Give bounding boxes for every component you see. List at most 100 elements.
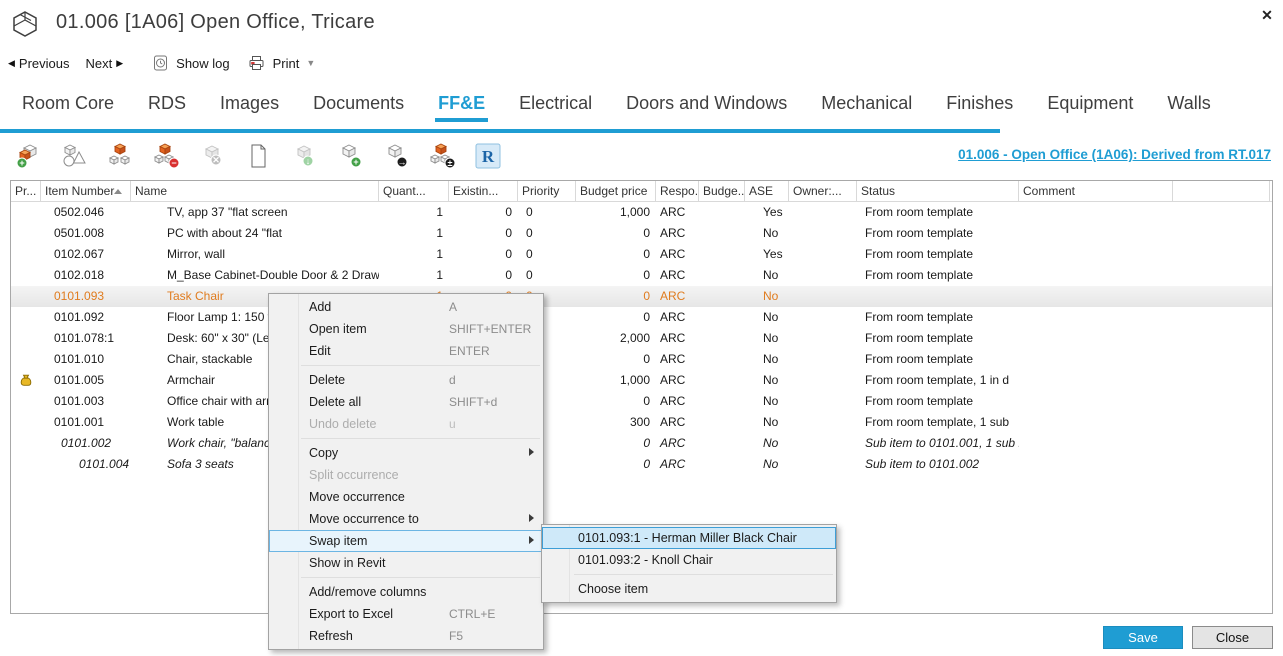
menu-item-show-in-revit[interactable]: Show in Revit	[269, 552, 543, 574]
column-header-status[interactable]: Status	[857, 181, 1019, 201]
menu-shortcut: CTRL+E	[449, 607, 495, 621]
menu-item-copy[interactable]: Copy	[269, 442, 543, 464]
menu-item-refresh[interactable]: RefreshF5	[269, 625, 543, 647]
drofus-logo-icon	[10, 9, 40, 39]
tab-ff-e[interactable]: FF&E	[438, 93, 485, 120]
menu-item-move-occurrence-to[interactable]: Move occurrence to	[269, 508, 543, 530]
tab-equipment[interactable]: Equipment	[1047, 93, 1133, 120]
cell-quantity: 1	[379, 223, 449, 244]
context-menu: AddAOpen itemSHIFT+ENTEREditENTER Deleted…	[268, 293, 544, 650]
add-occurrence-icon[interactable]: +	[15, 142, 41, 170]
table-row[interactable]: 0101.005Armchair1,000ARCNoFrom room temp…	[11, 370, 1272, 391]
new-document-icon[interactable]	[245, 142, 271, 170]
column-header-ase[interactable]: ASE	[745, 181, 789, 201]
table-row[interactable]: 0101.003Office chair with arm0ARCNoFrom …	[11, 391, 1272, 412]
table-row[interactable]: 0102.018M_Base Cabinet-Double Door & 2 D…	[11, 265, 1272, 286]
column-header-name[interactable]: Name	[131, 181, 379, 201]
cell-owner	[789, 370, 857, 391]
menu-item-delete-all[interactable]: Delete allSHIFT+d	[269, 391, 543, 413]
column-header-pr[interactable]: Pr...	[11, 181, 41, 201]
items-overview-icon[interactable]	[61, 142, 87, 170]
cell-item_number: 0101.005	[41, 370, 131, 391]
table-row[interactable]: 0101.093Task Chair1000ARCNo	[11, 286, 1272, 307]
table-row[interactable]: 0102.067Mirror, wall1000ARCYesFrom room …	[11, 244, 1272, 265]
menu-item-swap-item[interactable]: Swap item	[269, 530, 543, 552]
cell-responsible: ARC	[656, 307, 699, 328]
cell-owner	[789, 454, 857, 475]
menu-item-choose-item[interactable]: Choose item	[542, 578, 836, 600]
cell-pr	[11, 391, 41, 412]
insert-item-icon[interactable]: +	[337, 142, 363, 170]
cell-status: Sub item to 0101.001, 1 sub ite	[857, 433, 1019, 454]
table-row[interactable]: 0101.092Floor Lamp 1: 150 w0ARCNoFrom ro…	[11, 307, 1272, 328]
menu-item-add-remove-columns[interactable]: Add/remove columns	[269, 581, 543, 603]
tab-documents[interactable]: Documents	[313, 93, 404, 120]
column-header-comment[interactable]: Comment	[1019, 181, 1173, 201]
column-header-item_number[interactable]: Item Number	[41, 181, 131, 201]
cell-owner	[789, 265, 857, 286]
cell-pr	[11, 265, 41, 286]
close-icon[interactable]: ✕	[1257, 5, 1277, 25]
swap-occurrences-icon[interactable]: ±	[429, 142, 455, 170]
copy-occurrences-icon[interactable]	[107, 142, 133, 170]
tab-finishes[interactable]: Finishes	[946, 93, 1013, 120]
column-header-quantity[interactable]: Quant...	[379, 181, 449, 201]
cell-owner	[789, 244, 857, 265]
column-header-filler[interactable]	[1173, 181, 1270, 201]
tab-room-core[interactable]: Room Core	[22, 93, 114, 120]
table-row[interactable]: 0501.008PC with about 24 "flat1000ARCNoF…	[11, 223, 1272, 244]
tab-mechanical[interactable]: Mechanical	[821, 93, 912, 120]
menu-item-0101-093-1-herman-miller-black-chair[interactable]: 0101.093:1 - Herman Miller Black Chair	[542, 527, 836, 549]
previous-button[interactable]: ◀ Previous	[8, 56, 74, 71]
menu-item-0101-093-2-knoll-chair[interactable]: 0101.093:2 - Knoll Chair	[542, 549, 836, 571]
next-button[interactable]: Next ▶	[82, 56, 124, 71]
tab-images[interactable]: Images	[220, 93, 279, 120]
table-row[interactable]: 0101.010Chair, stackable0ARCNoFrom room …	[11, 349, 1272, 370]
column-header-owner[interactable]: Owner:...	[789, 181, 857, 201]
table-row[interactable]: 0101.004Sofa 3 seats0ARCNoSub item to 01…	[11, 454, 1272, 475]
menu-item-edit[interactable]: EditENTER	[269, 340, 543, 362]
print-dropdown-caret-icon[interactable]: ▼	[306, 58, 315, 68]
receive-occurrence-icon: ↓	[291, 142, 317, 170]
revit-link-icon[interactable]: R	[475, 142, 501, 170]
column-header-budget2[interactable]: Budge...	[699, 181, 745, 201]
cell-filler	[1173, 454, 1270, 475]
tab-walls[interactable]: Walls	[1167, 93, 1210, 120]
cell-existing: 0	[449, 244, 518, 265]
cell-ase: No	[745, 454, 789, 475]
save-button[interactable]: Save	[1103, 626, 1183, 649]
close-button[interactable]: Close	[1192, 626, 1273, 649]
derived-from-link[interactable]: 01.006 - Open Office (1A06): Derived fro…	[958, 147, 1271, 162]
move-item-icon[interactable]: →	[383, 142, 409, 170]
cell-budget_price: 300	[576, 412, 656, 433]
tab-electrical[interactable]: Electrical	[519, 93, 592, 120]
table-row[interactable]: 0101.001Work table300ARCNoFrom room temp…	[11, 412, 1272, 433]
column-header-existing[interactable]: Existin...	[449, 181, 518, 201]
cell-priority: 0	[518, 265, 576, 286]
column-header-responsible[interactable]: Respo...	[656, 181, 699, 201]
menu-item-add[interactable]: AddA	[269, 296, 543, 318]
cell-budget2	[699, 433, 745, 454]
cell-budget2	[699, 412, 745, 433]
cell-responsible: ARC	[656, 349, 699, 370]
menu-shortcut: d	[449, 373, 456, 387]
delete-occurrence-icon[interactable]: −	[153, 142, 179, 170]
menu-item-open-item[interactable]: Open itemSHIFT+ENTER	[269, 318, 543, 340]
tab-rds[interactable]: RDS	[148, 93, 186, 120]
table-row[interactable]: 0502.046TV, app 37 "flat screen1001,000A…	[11, 202, 1272, 223]
cell-ase: Yes	[745, 202, 789, 223]
menu-item-move-occurrence[interactable]: Move occurrence	[269, 486, 543, 508]
tab-doors-and-windows[interactable]: Doors and Windows	[626, 93, 787, 120]
column-header-budget_price[interactable]: Budget price	[576, 181, 656, 201]
table-row[interactable]: 0101.078:1Desk: 60" x 30" (Lef2,000ARCNo…	[11, 328, 1272, 349]
cell-budget_price: 0	[576, 391, 656, 412]
print-button[interactable]: Print ▼	[248, 55, 316, 71]
menu-shortcut: F5	[449, 629, 463, 643]
show-log-button[interactable]: Show log	[153, 55, 233, 71]
menu-item-delete[interactable]: Deleted	[269, 369, 543, 391]
cell-status: From room template	[857, 202, 1019, 223]
table-row[interactable]: 0101.002Work chair, "balance"0ARCNoSub i…	[11, 433, 1272, 454]
column-header-priority[interactable]: Priority	[518, 181, 576, 201]
menu-item-export-to-excel[interactable]: Export to ExcelCTRL+E	[269, 603, 543, 625]
menu-item-label: Add	[309, 300, 331, 314]
